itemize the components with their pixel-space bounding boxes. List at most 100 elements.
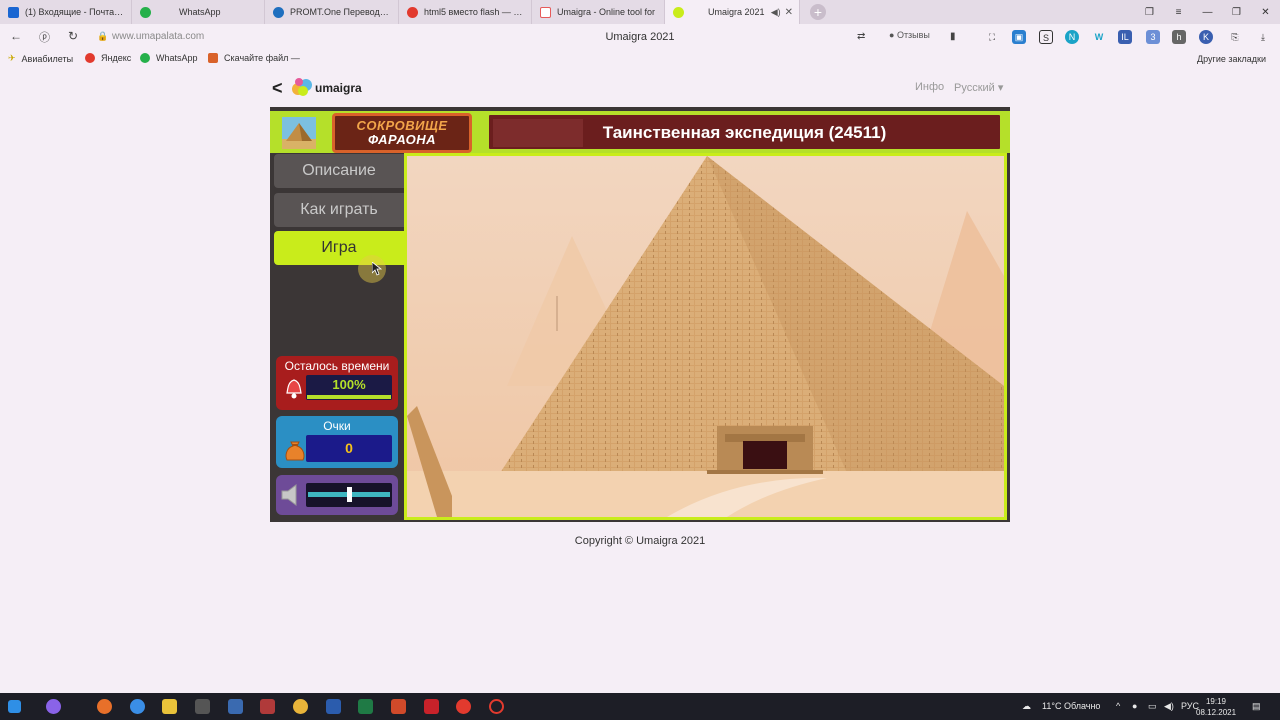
alice-icon[interactable] (46, 699, 61, 714)
game-frame: СОКРОВИЩЕ ФАРАОНА Таинственная экспедици… (270, 107, 1010, 522)
time-left-progress-bar (307, 395, 391, 399)
windows-start-icon[interactable] (8, 700, 21, 713)
close-window-icon[interactable]: ✕ (1251, 7, 1280, 18)
bookmark-yandex[interactable]: Яндекс (85, 53, 131, 63)
download-icon[interactable]: ⤓ (1256, 30, 1270, 44)
score-panel: Очки 0 (276, 416, 398, 468)
umaigra-icon (540, 6, 551, 18)
pyramid-thumb-icon (282, 117, 316, 149)
browser-tab-promt[interactable]: PROMT.One Переводчик (265, 0, 399, 24)
game-thumbnail[interactable] (279, 114, 319, 152)
extension-h-icon[interactable]: h (1172, 30, 1186, 44)
bookmarks-bar: ✈ Авиабилеты Яндекс WhatsApp Скачайте фа… (0, 50, 1280, 68)
whatsapp-icon (140, 53, 150, 63)
speaker-icon[interactable]: ◀) (771, 7, 781, 18)
weather-text[interactable]: 11°C Облачно (1042, 701, 1100, 711)
app-icon[interactable] (228, 699, 243, 714)
mail-icon (8, 6, 19, 18)
score-value: 0 (345, 440, 353, 456)
browser-icon[interactable] (130, 699, 145, 714)
browser-tab-whatsapp[interactable]: WhatsApp (132, 0, 265, 24)
extension-1-icon[interactable]: ▣ (1012, 30, 1026, 44)
new-tab-button[interactable]: + (810, 4, 826, 20)
powerpoint-icon[interactable] (391, 699, 406, 714)
minimize-icon[interactable]: — (1193, 7, 1222, 18)
collections-icon[interactable]: ❐ (1135, 7, 1164, 18)
close-icon[interactable]: ✕ (785, 7, 793, 18)
restore-icon[interactable]: ❐ (1222, 7, 1251, 18)
page-title: Umaigra 2021 (605, 31, 675, 43)
browser-tab-umaigra-2021[interactable]: Umaigra 2021 ◀) ✕ (665, 0, 800, 24)
cloud-icon[interactable]: ☁ (1022, 701, 1031, 712)
time-left-value: 100% (332, 377, 366, 392)
mouse-cursor-icon (372, 262, 382, 276)
game-logo: СОКРОВИЩЕ ФАРАОНА (332, 113, 472, 153)
bookmark-icon[interactable]: ▮ (950, 31, 956, 42)
screenshot-icon[interactable]: ⛶ (985, 30, 999, 44)
whatsapp-icon (140, 6, 151, 18)
browser-tab-yandex-search[interactable]: html5 вместо flash — Янд (399, 0, 532, 24)
game-title: Таинственная экспедиция (24511) (602, 123, 887, 142)
site-back-chevron-icon[interactable]: < (272, 78, 283, 99)
extension-2-icon[interactable]: S (1039, 30, 1053, 44)
bell-icon (286, 379, 302, 399)
file-explorer-icon[interactable] (162, 699, 177, 714)
game-logo-line1: СОКРОВИЩЕ (356, 118, 448, 133)
yandex-icon (407, 6, 418, 18)
chevron-down-icon: ▾ (997, 82, 1004, 94)
score-label: Очки (323, 419, 351, 433)
extension-3-icon[interactable]: 3 (1146, 30, 1160, 44)
bookmark-whatsapp[interactable]: WhatsApp (140, 53, 198, 63)
clock-time: 19:19 (1205, 697, 1227, 706)
menu-icon[interactable]: ≡ (1164, 7, 1193, 18)
file-icon (208, 53, 218, 63)
language-label: Русский (954, 82, 995, 94)
money-bag-icon (285, 441, 305, 461)
yandex-browser-icon[interactable] (456, 699, 471, 714)
tab-description[interactable]: Описание (274, 154, 404, 188)
translate-icon[interactable]: ⇄ (857, 31, 865, 42)
game-stage[interactable] (404, 153, 1007, 520)
address-bar: ← ⓟ ↻ 🔒 www.umapalata.com Umaigra 2021 ⇄… (0, 24, 1280, 50)
bookmark-download-file[interactable]: Скачайте файл — (208, 53, 300, 63)
app-red-icon[interactable] (260, 699, 275, 714)
game-logo-line2: ФАРАОНА (367, 132, 437, 147)
volume-slider-thumb[interactable] (346, 487, 352, 502)
video-editor-icon[interactable] (195, 699, 210, 714)
extension-n-icon[interactable]: N (1065, 30, 1079, 44)
microphone-icon[interactable]: ● (1132, 701, 1137, 711)
tab-how-to-play[interactable]: Как играть (274, 193, 404, 227)
word-icon[interactable] (326, 699, 341, 714)
firefox-icon[interactable] (97, 699, 112, 714)
network-icon[interactable]: ▭ (1148, 701, 1157, 712)
pdf-icon[interactable] (424, 699, 439, 714)
speaker-icon[interactable] (280, 483, 302, 507)
chevron-up-icon[interactable]: ^ (1116, 701, 1120, 711)
info-link[interactable]: Инфо (915, 81, 944, 93)
window-controls: ❐ ≡ — ❐ ✕ (1135, 0, 1280, 24)
chrome-icon[interactable] (293, 699, 308, 714)
language-select[interactable]: Русский ▾ (954, 81, 1003, 94)
site-name[interactable]: umaigra (315, 81, 362, 95)
notifications-icon[interactable]: ▤ (1252, 701, 1261, 712)
clock-date: 08.12.2021 (1196, 708, 1237, 717)
extension-il-icon[interactable]: IL (1118, 30, 1132, 44)
other-bookmarks[interactable]: Другие закладки (1197, 54, 1266, 64)
extension-k-icon[interactable]: K (1199, 30, 1213, 44)
extension-4-icon[interactable]: ⎘ (1228, 30, 1242, 44)
sound-panel (276, 475, 398, 515)
browser-tab-mail[interactable]: (1) Входящие - Почта Mail (0, 0, 132, 24)
windows-taskbar: ☁ 11°C Облачно ^ ● ▭ ◀) РУС 19:19 08.12.… (0, 693, 1280, 720)
extension-w-icon[interactable]: W (1092, 30, 1106, 44)
volume-icon[interactable]: ◀) (1164, 701, 1174, 712)
time-left-label: Осталось времени (284, 359, 390, 373)
browser-tab-umaigra-online[interactable]: Umaigra - Online tool for (532, 0, 665, 24)
tab-game[interactable]: Игра (274, 231, 404, 265)
reviews-button[interactable]: ● Отзывы (889, 30, 930, 40)
record-icon[interactable] (489, 699, 504, 714)
copyright: Copyright © Umaigra 2021 (574, 535, 706, 547)
clock[interactable]: 19:19 08.12.2021 (1196, 696, 1236, 718)
umaigra-logo-icon (292, 78, 312, 96)
bookmark-aviabilety[interactable]: ✈ Авиабилеты (8, 53, 73, 64)
excel-icon[interactable] (358, 699, 373, 714)
